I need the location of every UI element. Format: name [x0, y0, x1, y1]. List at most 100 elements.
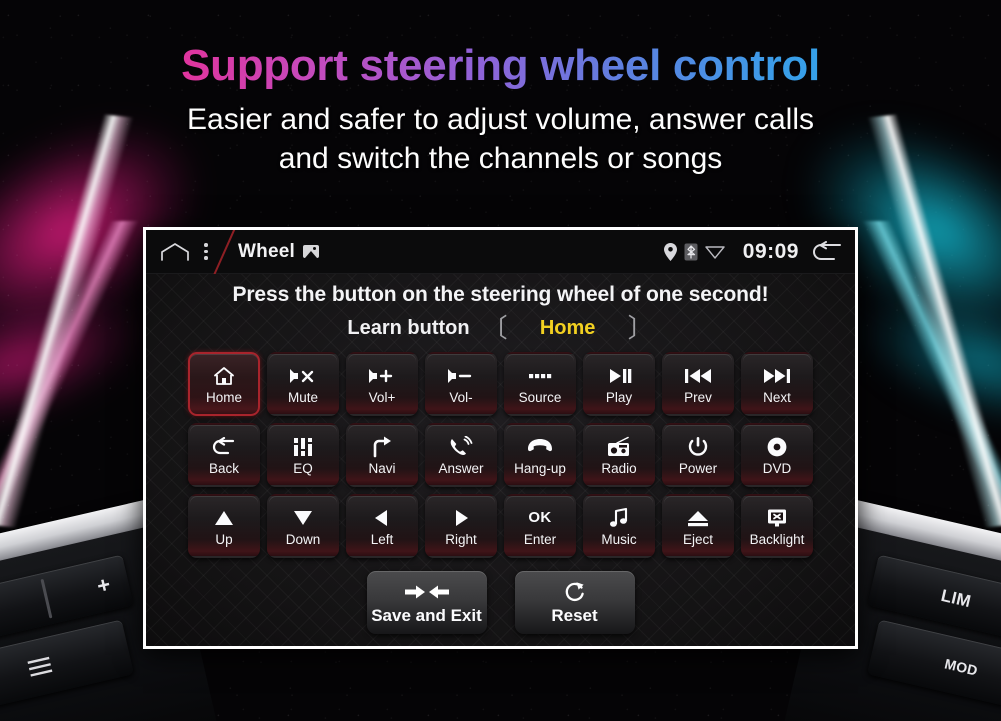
key-eject[interactable]: Eject — [662, 494, 734, 558]
key-label: Backlight — [749, 531, 805, 547]
key-eq[interactable]: EQ — [267, 423, 339, 487]
key-dvd[interactable]: DVD — [741, 423, 813, 487]
key-hangup[interactable]: Hang-up — [504, 423, 576, 487]
arrow-left-icon — [373, 506, 391, 530]
key-mute[interactable]: Mute — [267, 352, 339, 416]
key-power[interactable]: Power — [662, 423, 734, 487]
key-label: Vol+ — [368, 389, 396, 405]
key-up[interactable]: Up — [188, 494, 260, 558]
phone-answer-icon — [448, 435, 474, 459]
key-home[interactable]: Home — [188, 352, 260, 416]
head-unit-screen: Wheel 09:09 Press the button on the stee… — [143, 227, 858, 649]
bracket-left: 〔 — [481, 313, 508, 343]
key-prev[interactable]: Prev — [662, 352, 734, 416]
screen-title: Wheel — [238, 240, 295, 262]
key-left[interactable]: Left — [346, 494, 418, 558]
volume-up-icon — [367, 364, 397, 388]
action-buttons: Save and Exit Reset — [146, 571, 855, 634]
learn-button-value: Home — [539, 316, 596, 339]
status-bar: Wheel 09:09 — [146, 230, 855, 282]
bracket-right: 〕 — [627, 313, 654, 343]
key-play[interactable]: Play — [583, 352, 655, 416]
volume-mute-icon — [288, 364, 318, 388]
key-enter[interactable]: OK Enter — [504, 494, 576, 558]
key-label: Next — [763, 389, 791, 405]
key-next[interactable]: Next — [741, 352, 813, 416]
wheel-button-divider — [40, 578, 53, 619]
wheel-button-mode-label: MOD — [942, 655, 980, 679]
key-label: Radio — [601, 460, 637, 476]
backlight-icon — [766, 506, 788, 530]
key-label: Left — [370, 531, 394, 547]
save-and-exit-button[interactable]: Save and Exit — [366, 571, 487, 634]
reset-button[interactable]: Reset — [514, 571, 635, 634]
power-icon — [687, 435, 709, 459]
key-label: Vol- — [449, 389, 473, 405]
back-arrow-icon[interactable] — [811, 240, 843, 263]
key-label: Back — [208, 460, 239, 476]
disc-icon — [766, 435, 788, 459]
play-pause-icon — [604, 364, 634, 388]
page-subtitle: Easier and safer to adjust volume, answe… — [0, 100, 1001, 179]
list-icon — [27, 656, 53, 677]
eject-icon — [686, 506, 710, 530]
learn-button-row: Learn button 〔 Home 〕 — [146, 315, 855, 341]
key-label: DVD — [762, 460, 792, 476]
key-back[interactable]: Back — [188, 423, 260, 487]
status-icons — [663, 242, 725, 261]
reset-refresh-icon — [564, 581, 586, 602]
ok-text-icon: OK — [528, 509, 552, 527]
location-pin-icon — [663, 242, 677, 261]
previous-track-icon — [682, 364, 714, 388]
key-label: Down — [285, 531, 321, 547]
arrow-up-icon — [213, 506, 235, 530]
key-label: Right — [445, 531, 477, 547]
save-exit-arrows-icon — [403, 582, 451, 602]
music-note-icon — [608, 506, 630, 530]
key-label: Eject — [682, 531, 713, 547]
source-dots-icon — [525, 364, 555, 388]
home-icon — [213, 364, 235, 388]
key-label: Power — [678, 460, 718, 476]
key-label: Enter — [523, 531, 557, 547]
learn-button-label: Learn button — [347, 316, 470, 339]
key-label: Navi — [368, 460, 396, 476]
key-label: Source — [518, 389, 562, 405]
turn-right-arrow-icon — [370, 435, 394, 459]
key-volume-up[interactable]: Vol+ — [346, 352, 418, 416]
key-answer[interactable]: Answer — [425, 423, 497, 487]
key-label: Music — [601, 531, 637, 547]
wifi-icon — [705, 244, 725, 260]
clock: 09:09 — [742, 239, 799, 263]
key-backlight[interactable]: Backlight — [741, 494, 813, 558]
arrow-down-icon — [292, 506, 314, 530]
key-right[interactable]: Right — [425, 494, 497, 558]
instruction-text: Press the button on the steering wheel o… — [232, 283, 769, 306]
key-radio[interactable]: Radio — [583, 423, 655, 487]
key-label: Hang-up — [514, 460, 566, 476]
key-label: Up — [215, 531, 233, 547]
page-title: Support steering wheel control — [0, 0, 1001, 90]
wheel-button-plus-label: + — [94, 571, 113, 599]
key-label: Prev — [684, 389, 712, 405]
key-source[interactable]: Source — [504, 352, 576, 416]
key-navi[interactable]: Navi — [346, 423, 418, 487]
subtitle-line-1: Easier and safer to adjust volume, answe… — [187, 102, 814, 136]
radio-icon — [606, 435, 632, 459]
key-label: EQ — [293, 460, 313, 476]
overflow-menu-icon[interactable] — [204, 243, 208, 260]
key-down[interactable]: Down — [267, 494, 339, 558]
key-label: Home — [205, 389, 242, 405]
picture-icon — [302, 245, 319, 258]
bluetooth-icon — [684, 243, 698, 261]
action-label: Reset — [551, 605, 598, 625]
phone-hangup-icon — [526, 435, 554, 459]
arrow-right-icon — [452, 506, 470, 530]
key-volume-down[interactable]: Vol- — [425, 352, 497, 416]
volume-down-icon — [446, 364, 476, 388]
home-outline-icon[interactable] — [160, 242, 190, 262]
wheel-button-lim-label: LIM — [939, 585, 973, 612]
key-label: Answer — [438, 460, 484, 476]
key-music[interactable]: Music — [583, 494, 655, 558]
action-label: Save and Exit — [371, 605, 482, 625]
